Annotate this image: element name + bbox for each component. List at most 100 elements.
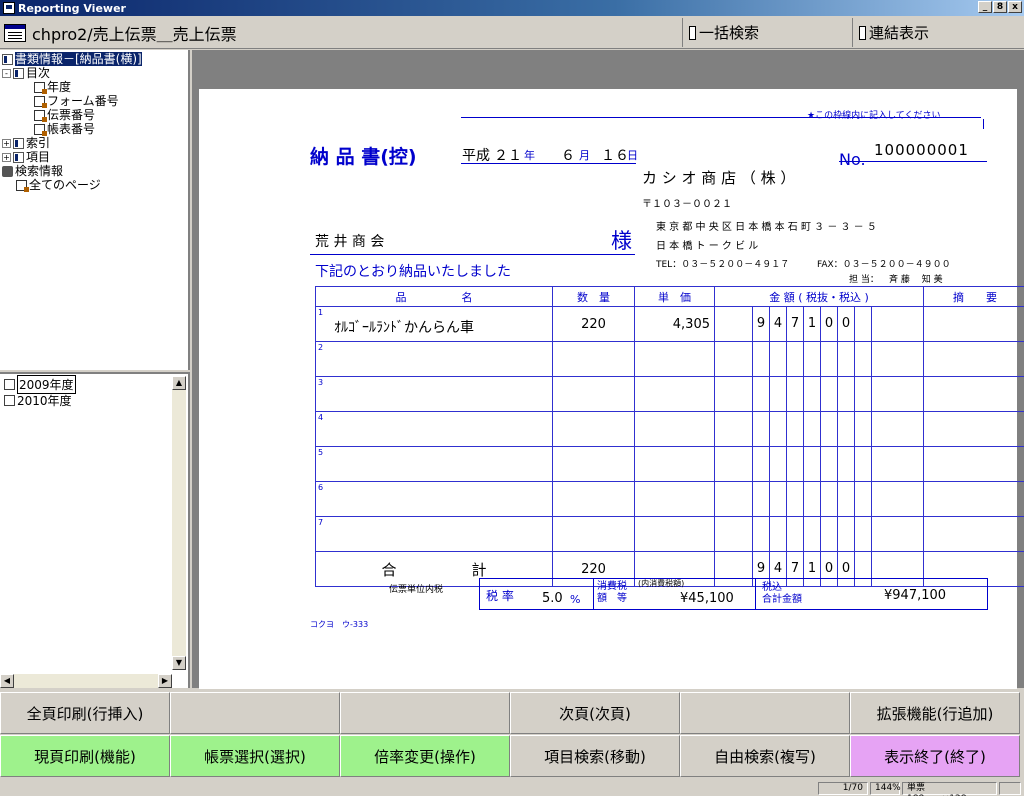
issuer-staff-label: 担 当： xyxy=(849,275,879,285)
tree-item-slip-number[interactable]: 伝票番号 xyxy=(34,108,95,122)
blank-button-2[interactable] xyxy=(340,692,510,734)
tree-item-form-table-number[interactable]: 帳表番号 xyxy=(34,122,95,136)
book-icon xyxy=(13,67,24,79)
window-title: Reporting Viewer xyxy=(18,1,126,15)
total-incl-box: 税込 合計金額 ¥947,100 xyxy=(755,578,988,610)
item-name-cell: 3 xyxy=(315,376,553,412)
header-item-name: 品 名 xyxy=(315,286,553,307)
year-item-2010[interactable]: 2010年度 xyxy=(4,392,72,408)
issuer-fax: FAX：０３－５２００－４９００ xyxy=(817,260,951,270)
amount-digit xyxy=(821,447,838,481)
total-incl-label: 税込 合計金額 xyxy=(762,582,802,605)
header-unit-price: 単 価 xyxy=(634,286,715,307)
delivery-slip-page: ★この枠線内に記入してください 納 品 書(控) 平成 ２１ 年 ６ 月 １６ … xyxy=(199,89,1024,697)
tree-root[interactable]: 書類情報－[納品書(横)] xyxy=(2,52,142,66)
print-all-button[interactable]: 全頁印刷(行挿入) xyxy=(0,692,170,734)
horizontal-scrollbar[interactable]: ◀ ▶ xyxy=(0,674,172,688)
blank-button-3[interactable] xyxy=(680,692,850,734)
preview-area[interactable]: ★この枠線内に記入してください 納 品 書(控) 平成 ２１ 年 ６ 月 １６ … xyxy=(192,50,1024,697)
amount-digit xyxy=(838,482,855,516)
amount-digit xyxy=(855,307,872,341)
amount-digit xyxy=(804,482,821,516)
issuer-zip: 〒１０３－００２１ xyxy=(642,199,732,210)
amount-digit xyxy=(770,377,787,411)
header-quantity: 数 量 xyxy=(552,286,635,307)
tree-item-all-pages[interactable]: 全てのページ xyxy=(16,178,101,192)
minimize-button[interactable]: _ xyxy=(978,1,992,13)
item-name-cell: 5 xyxy=(315,446,553,482)
scroll-down-icon[interactable]: ▼ xyxy=(172,656,186,670)
tree-item-year[interactable]: 年度 xyxy=(34,80,71,94)
tree-item-search-info[interactable]: 検索情報 xyxy=(2,164,63,178)
amount-digit xyxy=(753,517,770,551)
page-icon xyxy=(34,81,47,94)
tree-item-form-number[interactable]: フォーム番号 xyxy=(34,94,119,108)
remarks-cell xyxy=(923,516,1024,552)
restore-button[interactable]: 8 xyxy=(993,1,1007,13)
change-zoom-button[interactable]: 倍率変更(操作) xyxy=(340,735,510,777)
quantity-cell xyxy=(552,516,635,552)
date-underline xyxy=(461,163,636,164)
quantity-cell xyxy=(552,341,635,377)
page-icon xyxy=(34,123,47,136)
inner-tax-label: (内消費税額) xyxy=(638,579,685,588)
table-row: 1 ｵﾙｺﾞｰﾙﾗﾝﾄﾞかんらん車 220 4,305 9 4 7 1 0 0 xyxy=(315,306,1024,342)
amount-digit xyxy=(715,412,753,446)
vertical-scrollbar[interactable]: ▲ ▼ xyxy=(172,376,186,670)
scroll-right-icon[interactable]: ▶ xyxy=(158,674,172,688)
year-item-2009[interactable]: 2009年度 xyxy=(4,374,76,394)
batch-search-button[interactable]: 一括検索 xyxy=(682,18,852,47)
exit-view-button[interactable]: 表示終了(終了) xyxy=(850,735,1020,777)
year-unit: 年 xyxy=(524,149,535,162)
tree-item-items[interactable]: + 項目 xyxy=(2,150,50,164)
row-number: 7 xyxy=(318,518,324,527)
amount-cell: 947100 xyxy=(713,306,925,342)
unit-price-cell xyxy=(634,341,715,377)
tree-items-label: 項目 xyxy=(26,150,51,164)
table-row: 4 xyxy=(315,411,1024,447)
amount-digit xyxy=(821,342,838,376)
row-number: 3 xyxy=(318,378,324,387)
scroll-left-icon[interactable]: ◀ xyxy=(0,674,14,688)
consumption-tax-box: 消費税 額 等 (内消費税額) ¥45,100 xyxy=(593,578,756,610)
expand-icon[interactable]: + xyxy=(2,152,11,162)
document-list-icon xyxy=(4,24,26,42)
remarks-cell xyxy=(923,341,1024,377)
remarks-cell xyxy=(923,481,1024,517)
close-button[interactable]: x xyxy=(1008,1,1022,13)
instruction-text: ★この枠線内に記入してください xyxy=(807,111,941,121)
amount-digit xyxy=(821,412,838,446)
collapse-icon[interactable]: - xyxy=(2,68,11,78)
print-current-page-button[interactable]: 現頁印刷(機能) xyxy=(0,735,170,777)
linked-view-button[interactable]: 連結表示 xyxy=(852,18,1022,47)
free-search-button[interactable]: 自由検索(複写) xyxy=(680,735,850,777)
tree-item-toc[interactable]: - 目次 xyxy=(2,66,50,80)
select-form-button[interactable]: 帳票選択(選択) xyxy=(170,735,340,777)
tree-item-index[interactable]: + 索引 xyxy=(2,136,50,150)
amount-digit xyxy=(821,377,838,411)
month-value: ６ xyxy=(561,148,575,164)
blank-button-1[interactable] xyxy=(170,692,340,734)
item-search-button[interactable]: 項目検索(移動) xyxy=(510,735,680,777)
checkbox-icon xyxy=(859,25,866,40)
amount-cell xyxy=(713,481,925,517)
customer-name: 荒 井 商 会 xyxy=(315,234,385,250)
era: 平成 xyxy=(462,148,490,164)
pages-icon xyxy=(16,179,29,192)
table-row: 5 xyxy=(315,446,1024,482)
row-number: 5 xyxy=(318,448,324,457)
scroll-up-icon[interactable]: ▲ xyxy=(172,376,186,390)
tree-label: 伝票番号 xyxy=(47,108,96,122)
zoom-indicator: 144% xyxy=(870,782,901,795)
amount-digit xyxy=(804,377,821,411)
unit-price-cell xyxy=(634,446,715,482)
amount-digit xyxy=(715,307,753,341)
extended-function-button[interactable]: 拡張機能(行追加) xyxy=(850,692,1020,734)
expand-icon[interactable]: + xyxy=(2,138,11,148)
footer-note: 伝票単位内税 xyxy=(389,585,444,595)
next-page-button[interactable]: 次頁(次頁) xyxy=(510,692,680,734)
amount-digit xyxy=(855,377,872,411)
row-number: 2 xyxy=(318,343,324,352)
tree-all-pages-label: 全てのページ xyxy=(29,178,101,192)
page-icon xyxy=(34,95,47,108)
